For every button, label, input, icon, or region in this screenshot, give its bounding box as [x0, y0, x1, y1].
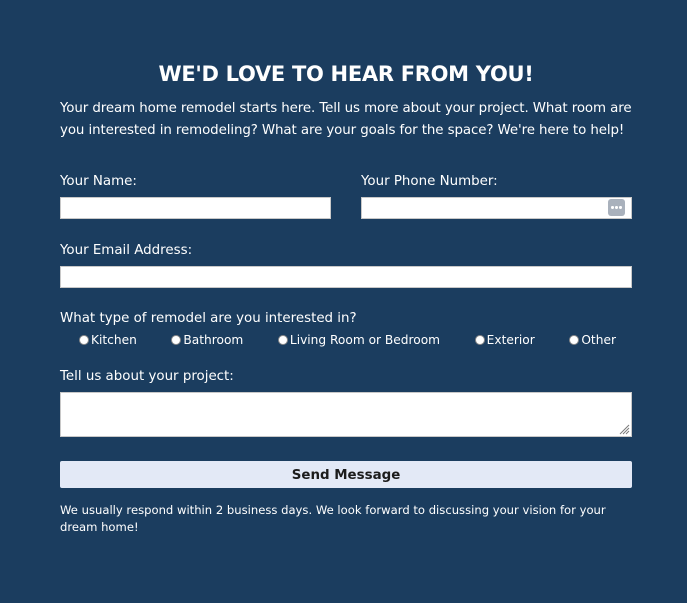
radio-option-label: Bathroom	[183, 333, 244, 347]
remodel-type-group: What type of remodel are you interested …	[60, 310, 632, 348]
resize-handle-icon[interactable]	[618, 423, 630, 435]
name-field-group: Your Name:	[60, 173, 331, 219]
form-heading: WE'D LOVE TO HEAR FROM YOU!	[158, 62, 534, 86]
page: { "form": { "heading": "WE'D LOVE TO HEA…	[0, 0, 687, 603]
radio-option-kitchen[interactable]: Kitchen	[79, 333, 137, 347]
name-input[interactable]	[60, 197, 331, 219]
project-label: Tell us about your project:	[60, 369, 234, 384]
remodel-options: Kitchen Bathroom Living Room or Bedroom …	[60, 332, 632, 348]
radio-option-bathroom[interactable]: Bathroom	[171, 333, 243, 347]
name-phone-row: Your Name: Your Phone Number:	[60, 173, 632, 219]
radio-option-label: Living Room or Bedroom	[289, 333, 441, 347]
radio-option-label: Kitchen	[91, 333, 137, 347]
project-textarea[interactable]	[60, 392, 632, 437]
send-message-button[interactable]: Send Message	[60, 461, 632, 488]
radio-button[interactable]	[171, 335, 182, 345]
radio-option-label: Other	[581, 333, 616, 347]
response-note: We usually respond within 2 business day…	[60, 503, 606, 534]
radio-option-other[interactable]: Other	[569, 333, 616, 347]
phone-label: Your Phone Number:	[361, 174, 498, 189]
phone-field-group: Your Phone Number:	[361, 173, 632, 219]
dots-icon[interactable]	[608, 199, 625, 216]
radio-option-label: Exterior	[486, 333, 535, 347]
email-field-group: Your Email Address:	[60, 242, 632, 288]
radio-button[interactable]	[79, 335, 89, 345]
radio-option-exterior[interactable]: Exterior	[474, 333, 535, 347]
phone-input-wrap	[361, 197, 632, 219]
radio-button[interactable]	[474, 335, 485, 345]
phone-input[interactable]	[361, 197, 632, 219]
email-input[interactable]	[60, 266, 632, 288]
project-field-group: Tell us about your project:	[60, 368, 632, 437]
name-label: Your Name:	[60, 174, 137, 189]
contact-form: WE'D LOVE TO HEAR FROM YOU! Your dream h…	[60, 58, 632, 536]
remodel-label: What type of remodel are you interested …	[60, 311, 357, 326]
radio-button[interactable]	[277, 335, 288, 345]
email-label: Your Email Address:	[60, 243, 193, 258]
form-intro: Your dream home remodel starts here. Tel…	[60, 101, 632, 138]
radio-option-living-room-or-bedroom[interactable]: Living Room or Bedroom	[277, 333, 441, 347]
radio-button[interactable]	[569, 335, 580, 345]
